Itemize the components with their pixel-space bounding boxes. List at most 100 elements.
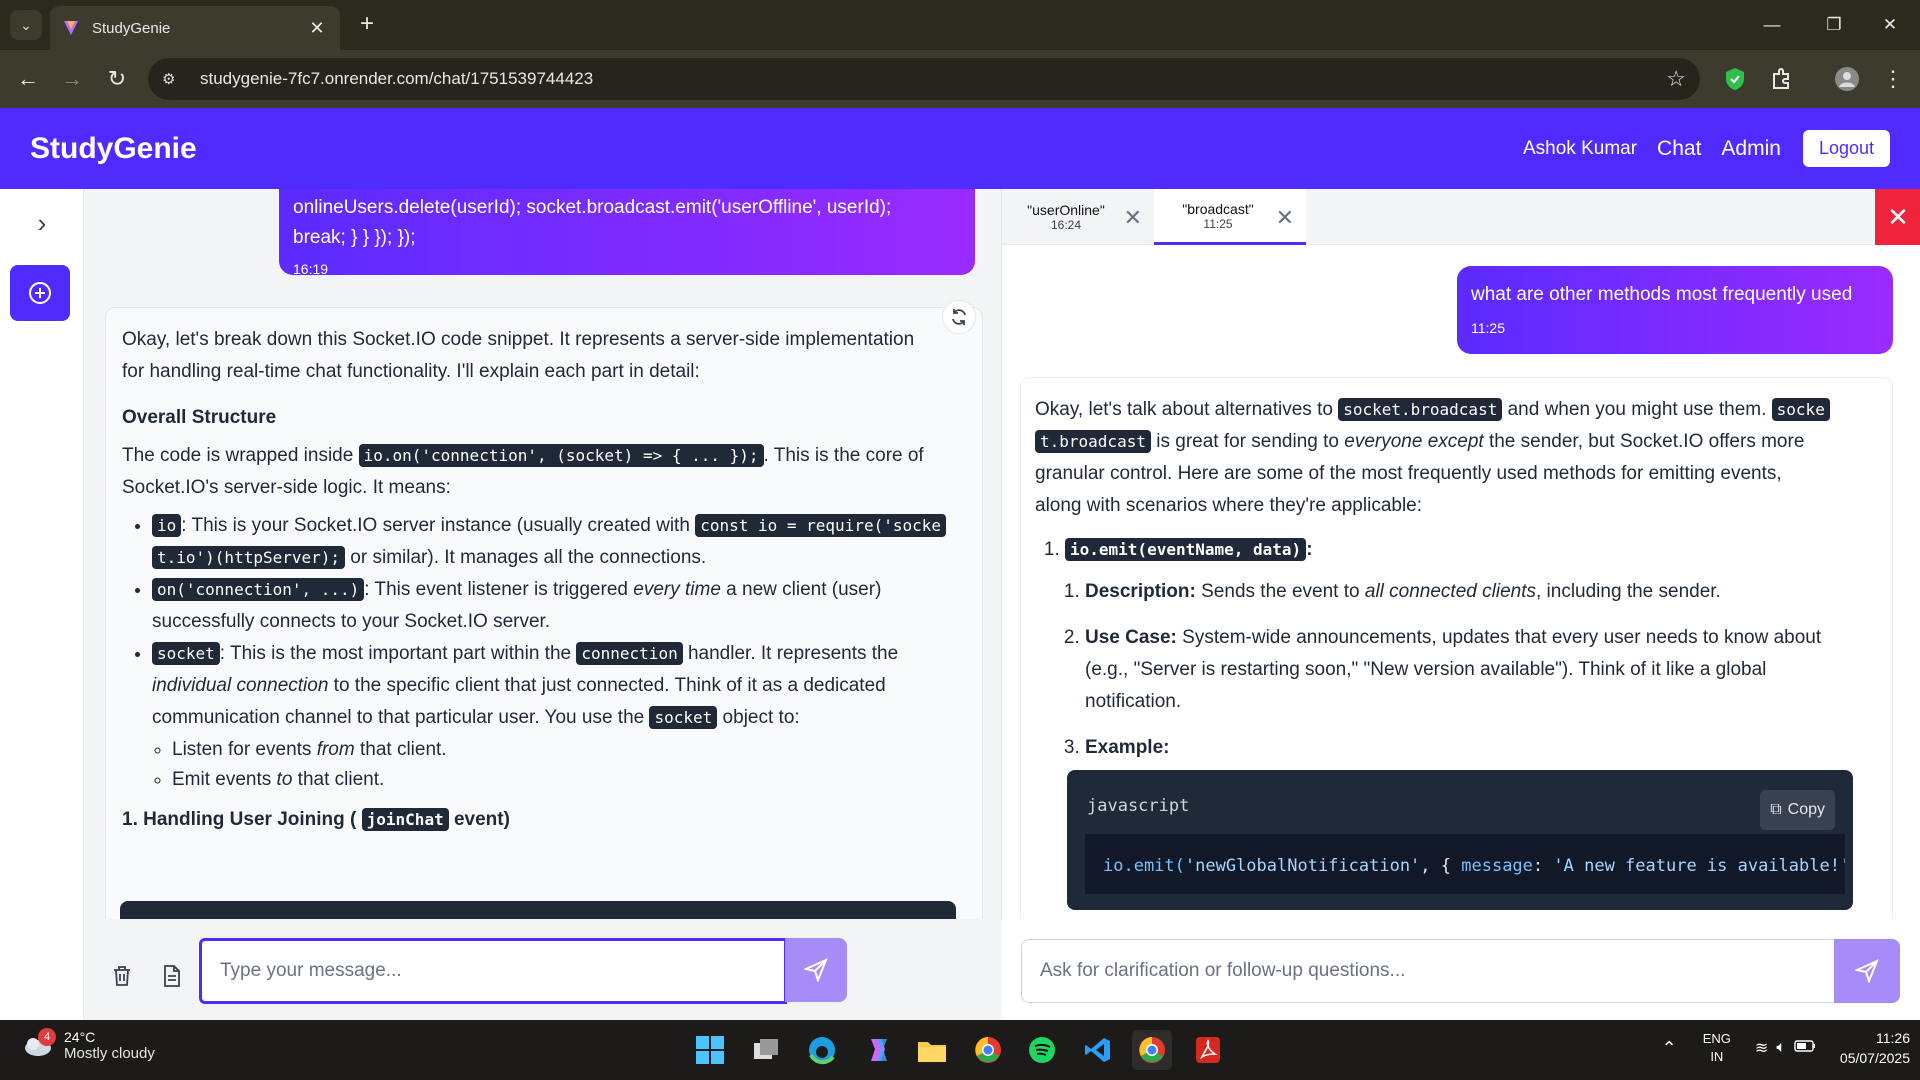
tab-close-icon[interactable]: ✕: [306, 18, 328, 39]
nav-chat-link[interactable]: Chat: [1657, 137, 1701, 161]
volume-icon[interactable]: 🔈︎: [1776, 1039, 1786, 1057]
ai-text: Socket.IO's server-side logic. It means:: [122, 477, 451, 498]
wifi-icon[interactable]: ≋: [1755, 1038, 1768, 1058]
copy-button[interactable]: ⧉ Copy: [1760, 790, 1835, 830]
ai-text: a new client (user): [720, 579, 882, 600]
clock-time: 11:26: [1876, 1030, 1910, 1046]
tab-title: "userOnline": [1027, 202, 1105, 218]
send-icon: [1855, 959, 1879, 983]
language-indicator[interactable]: ENG IN: [1703, 1030, 1731, 1066]
document-icon[interactable]: [158, 961, 186, 991]
close-tab-icon[interactable]: ✕: [1276, 205, 1294, 231]
code-token: message: [1461, 856, 1533, 876]
url-text[interactable]: studygenie-7fc7.onrender.com/chat/175153…: [200, 69, 1666, 89]
vscode-icon[interactable]: [1078, 1030, 1118, 1070]
new-tab-button[interactable]: +: [352, 10, 382, 40]
ai-paragraph: Okay, let's talk about alternatives to s…: [1035, 394, 1878, 522]
notification-badge: 4: [38, 1028, 56, 1046]
edge-browser-icon[interactable]: [802, 1030, 842, 1070]
battery-icon[interactable]: [1794, 1039, 1816, 1057]
inline-code: on('connection', ...): [152, 578, 365, 601]
ai-text: Okay, let's break down this Socket.IO co…: [122, 329, 915, 350]
code-line: io.emit('newGlobalNotification', { messa…: [1085, 834, 1845, 894]
tab-time: 11:25: [1203, 216, 1233, 231]
code-block: javascript ⧉ Copy io.emit('newGlobalNotif…: [1067, 770, 1853, 910]
close-tab-icon[interactable]: ✕: [1124, 205, 1142, 231]
send-icon: [804, 958, 828, 982]
weather-widget[interactable]: 4 24°C Mostly cloudy: [20, 1028, 155, 1062]
bookmark-star-icon[interactable]: ☆: [1666, 66, 1686, 92]
address-bar[interactable]: ⚙ studygenie-7fc7.onrender.com/chat/1751…: [148, 58, 1700, 100]
shield-extension-icon[interactable]: [1720, 64, 1750, 94]
message-timestamp: 16:19: [293, 261, 329, 277]
ai-heading: Overall Structure: [122, 407, 277, 428]
ai-heading: 1. Handling User Joining ( joinChat even…: [122, 804, 966, 836]
logout-button[interactable]: Logout: [1802, 130, 1890, 167]
send-button[interactable]: [785, 938, 847, 1002]
expand-sidebar-chevron-icon[interactable]: ›: [22, 203, 62, 243]
file-explorer-icon[interactable]: [912, 1030, 952, 1070]
chat-messages[interactable]: onlineUsers.delete(userId); socket.broad…: [84, 189, 998, 919]
ai-text: : This is the most important part within…: [219, 643, 577, 664]
ai-text: to the specific client that just connect…: [328, 675, 886, 696]
acrobat-icon[interactable]: [1188, 1030, 1228, 1070]
ai-message-bubble: Okay, let's talk about alternatives to s…: [1020, 377, 1893, 937]
ai-text: that client.: [354, 739, 447, 760]
site-info-icon[interactable]: ⚙: [162, 70, 184, 88]
browser-tab-active[interactable]: StudyGenie ✕: [50, 6, 340, 50]
panel-tab-useronline[interactable]: "userOnline" 16:24 ✕: [1002, 189, 1154, 245]
code-token: :: [1532, 856, 1554, 876]
list-item: Use Case: System-wide announcements, upd…: [1085, 622, 1878, 718]
user-message-text: what are other methods most frequently u…: [1471, 284, 1853, 305]
copy-label: Copy: [1787, 801, 1825, 818]
brand-logo[interactable]: StudyGenie: [30, 132, 1503, 166]
numbered-list: io.emit(eventName, data): Description: S…: [1065, 534, 1878, 910]
panel-tab-broadcast[interactable]: "broadcast" 11:25 ✕: [1154, 189, 1306, 245]
list-item: socket: This is the most important part …: [152, 638, 966, 796]
spotify-icon[interactable]: [1022, 1030, 1062, 1070]
ai-text: Okay, let's talk about alternatives to: [1035, 399, 1339, 420]
tab-list-button[interactable]: ⌄: [10, 10, 42, 40]
forward-arrow-icon[interactable]: →: [58, 65, 86, 93]
follow-up-input[interactable]: Ask for clarification or follow-up quest…: [1021, 939, 1841, 1003]
inline-code: t.broadcast: [1035, 430, 1151, 453]
message-input[interactable]: Type your message...: [199, 938, 787, 1004]
regenerate-icon[interactable]: [942, 300, 976, 334]
follow-up-panel: "userOnline" 16:24 ✕ "broadcast" 11:25 ✕…: [1001, 189, 1920, 1020]
reload-icon[interactable]: ↻: [103, 65, 131, 93]
back-arrow-icon[interactable]: ←: [14, 65, 42, 93]
ai-text: The code is wrapped inside: [122, 445, 359, 466]
code-language: javascript: [1087, 796, 1190, 816]
code-token: , {: [1420, 856, 1462, 876]
inline-code: socket: [152, 642, 220, 665]
nav-admin-link[interactable]: Admin: [1721, 137, 1781, 161]
follow-up-composer: Ask for clarification or follow-up quest…: [1001, 919, 1920, 1020]
task-view-icon[interactable]: [746, 1030, 786, 1070]
extensions-puzzle-icon[interactable]: [1766, 64, 1796, 94]
ai-text: . This is the core of: [763, 445, 924, 466]
list-item: on('connection', ...): This event listen…: [152, 574, 966, 638]
new-chat-button[interactable]: [10, 265, 70, 321]
list-item: Listen for events from that client.: [172, 734, 966, 766]
start-windows-icon[interactable]: [690, 1030, 730, 1070]
list-item: Description: Sends the event to all conn…: [1085, 576, 1878, 608]
clock[interactable]: 11:26 05/07/2025: [1840, 1028, 1910, 1068]
browser-menu-icon[interactable]: ⋮: [1878, 64, 1908, 94]
profile-avatar-icon[interactable]: [1832, 64, 1862, 94]
chrome-icon[interactable]: [968, 1030, 1008, 1070]
user-message-bubble: what are other methods most frequently u…: [1457, 266, 1893, 354]
send-button[interactable]: [1834, 939, 1900, 1003]
close-panel-button[interactable]: ✕: [1875, 189, 1920, 245]
trash-icon[interactable]: [108, 961, 136, 991]
window-close-icon[interactable]: ✕: [1870, 12, 1910, 38]
tab-time: 16:24: [1050, 218, 1082, 232]
copilot-icon[interactable]: [858, 1030, 898, 1070]
restore-icon[interactable]: ❐: [1814, 12, 1854, 38]
chrome-profile-icon[interactable]: [1132, 1030, 1172, 1070]
chevron-up-icon[interactable]: ⌃: [1662, 1038, 1677, 1059]
lang-line: IN: [1710, 1049, 1724, 1064]
ai-text: (e.g., "Server is restarting soon," "New…: [1085, 659, 1767, 680]
clock-date: 05/07/2025: [1839, 1050, 1910, 1066]
ai-text: event): [448, 809, 510, 830]
minimize-icon[interactable]: —: [1752, 12, 1792, 38]
